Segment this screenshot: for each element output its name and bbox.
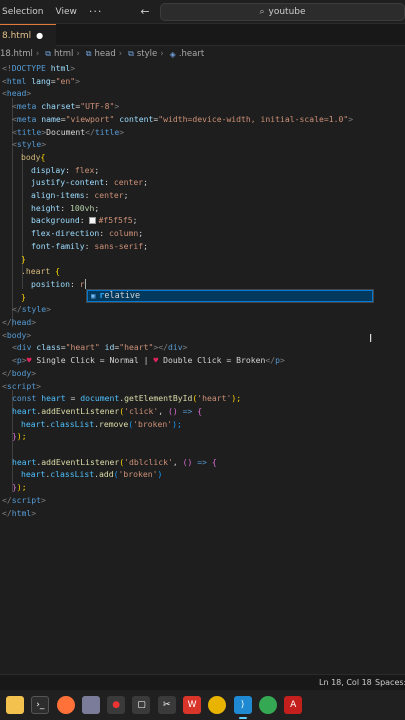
firefox-icon[interactable] [56,696,75,714]
autocomplete-popup: ▣ r elative [86,289,374,303]
title-bar: Selection View ··· ← → ⌕ youtube [0,0,405,24]
code-line: display: flex; [31,164,100,175]
code-line: flex-direction: column; [31,228,144,239]
code-line: }); [12,431,27,442]
command-center-search[interactable]: ⌕ youtube [160,3,405,21]
code-line: heart.classList.add('broken') [21,469,163,480]
acrobat-icon[interactable]: A [284,696,303,714]
code-line: <body> [2,329,32,340]
code-line: <script> [2,380,41,391]
breadcrumb-head[interactable]: ⧉ head [83,49,116,59]
chevron-right-icon: › [160,49,164,59]
code-line: background: #f5f5f5; [31,215,138,226]
chevron-right-icon: › [35,49,40,59]
code-line: const heart = document.getElementById('h… [12,393,242,404]
breadcrumb: 18.html › ⧉ html › ⧉ head › ⧉ style › ◈ .hea… [0,46,405,62]
code-line: <head> [2,88,32,99]
code-line: body{ [21,151,46,162]
color-swatch[interactable] [89,217,97,225]
code-line: </style> [12,304,51,315]
editor-tab-bar: 8.html ● [0,24,405,46]
chevron-right-icon: › [118,49,123,59]
terminal-icon[interactable]: ›_ [31,696,50,714]
code-line: font-family: sans-serif; [31,240,148,251]
text-cursor [84,278,86,289]
paint-icon[interactable]: ● [107,696,126,714]
code-line: </script> [2,494,46,505]
code-line: height: 100vh; [31,202,100,213]
code-line: } [21,253,26,264]
wps-icon[interactable]: W [183,696,202,714]
cursor-position[interactable]: Ln 18, Col 18 [319,678,372,687]
code-line: } [21,291,26,302]
element-icon: ⧉ [85,49,92,58]
code-line: .heart { [21,266,60,277]
file-explorer-icon[interactable] [6,696,24,714]
breadcrumb-file[interactable]: 18.html [0,49,33,59]
selector-icon: ◈ [169,49,176,59]
code-line: align-items: center; [31,190,129,200]
code-line: <html lang="en"> [2,75,80,86]
breadcrumb-style[interactable]: ⧉ style [125,49,157,59]
back-arrow-icon[interactable]: ← [134,5,155,18]
code-line: <!DOCTYPE html> [2,63,76,73]
vscode-icon[interactable]: ⟩ [233,696,252,719]
suggestion-relative[interactable]: ▣ r elative [87,290,373,302]
app-icon[interactable]: ▢ [132,696,151,714]
tab-filename: 8.html [2,30,32,41]
code-line: }); [12,482,27,493]
code-line: heart.addEventListener('dblclick', () =>… [12,456,217,467]
breadcrumb-html[interactable]: ⧉ html [42,49,73,59]
chrome-icon[interactable] [208,696,227,714]
windows-taskbar: ›_ ● ▢ ✂ W ⟩ A [0,690,405,720]
code-line: <style> [12,139,47,150]
code-line: heart.addEventListener('click', () => { [12,405,203,416]
breadcrumb-heart[interactable]: ◈ .heart [167,49,205,59]
code-line: justify-content: center; [31,177,148,188]
code-line: heart.classList.remove('broken'); [21,418,182,429]
editor-tab[interactable]: 8.html ● [0,24,56,46]
element-icon: ⧉ [45,49,52,58]
code-editor[interactable]: <!DOCTYPE html> <html lang="en"> <head> … [0,62,405,674]
code-line: </body> [2,367,37,378]
code-line: <meta name="viewport" content="width=dev… [12,113,354,124]
code-line: <p>♥ Single Click = Normal | ♥ Double Cl… [12,355,285,366]
mouse-ibeam-cursor: I [369,332,373,345]
search-text: youtube [268,7,306,17]
code-line: <title>Document</title> [12,126,125,137]
property-icon: ▣ [91,292,96,300]
code-line: <meta charset="UTF-8"> [12,101,120,112]
code-line: position: r [31,278,86,289]
search-icon: ⌕ [259,7,265,17]
status-bar: Ln 18, Col 18 Spaces: [0,674,405,690]
code-line: <div class="heart" id="heart"></div> [12,342,188,353]
chrome-profile-icon[interactable] [258,696,277,714]
brave-icon[interactable] [81,696,100,714]
unsaved-dot-icon[interactable]: ● [36,31,43,40]
menu-view[interactable]: View [49,0,82,24]
chevron-right-icon: › [76,49,80,59]
snip-icon[interactable]: ✂ [157,696,176,714]
element-icon: ⧉ [128,49,134,58]
indentation-setting[interactable]: Spaces: [375,678,405,687]
code-line: </head> [2,317,37,327]
more-menu-icon[interactable]: ··· [83,5,109,18]
menu-selection[interactable]: Selection [0,0,49,24]
code-line: </html> [2,507,37,518]
